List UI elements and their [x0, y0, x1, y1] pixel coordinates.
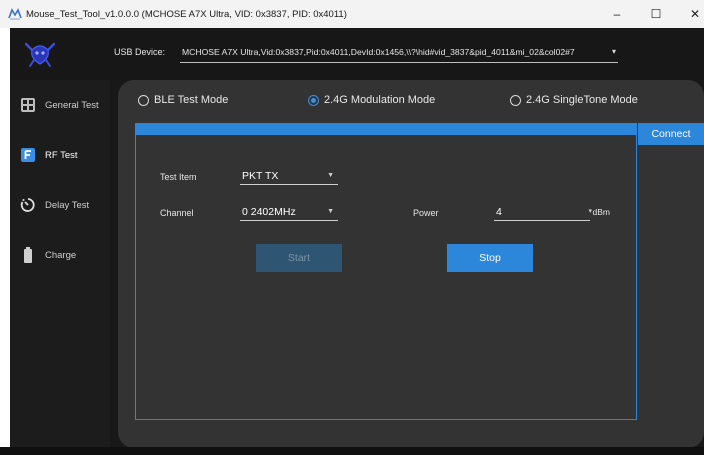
chevron-down-icon: ▾ — [588, 208, 592, 215]
test-item-select[interactable]: PKT TX ▼ — [240, 167, 338, 185]
app-window: USB Device: MCHOSE A7X Ultra,Vid:0x3837,… — [10, 28, 704, 455]
radio-24g-singletone-mode[interactable]: 2.4G SingleTone Mode — [510, 94, 638, 106]
test-settings-frame: Test Item PKT TX ▼ Channel 0 2402MHz ▼ P… — [135, 123, 637, 420]
radio-24g-modulation-mode[interactable]: 2.4G Modulation Mode — [308, 94, 435, 106]
channel-select[interactable]: 0 2402MHz ▼ — [240, 203, 338, 221]
chevron-down-icon: ▼ — [327, 172, 334, 179]
sidebar-item-label: Delay Test — [45, 199, 90, 211]
sidebar-item-label: Charge — [45, 249, 77, 261]
brand-logo-icon — [24, 42, 56, 67]
chevron-down-icon: ▼ — [327, 208, 334, 215]
sidebar-item-charge[interactable]: Charge — [10, 240, 110, 270]
frame-header-bar — [136, 124, 636, 135]
channel-label: Channel — [160, 208, 194, 218]
test-item-label: Test Item — [160, 172, 197, 182]
sidebar-item-general-test[interactable]: General Test — [10, 90, 110, 120]
radio-label: 2.4G SingleTone Mode — [526, 94, 638, 106]
sidebar: General Test RF Test Delay Test Charge — [10, 80, 110, 455]
power-label: Power — [413, 208, 439, 218]
radio-circle — [138, 94, 149, 106]
timer-icon — [20, 197, 36, 213]
chevron-down-icon: ▾ — [611, 47, 616, 56]
usb-device-label: USB Device: — [114, 47, 166, 57]
power-unit: dBm — [592, 207, 610, 217]
header: USB Device: MCHOSE A7X Ultra,Vid:0x3837,… — [10, 28, 704, 80]
radio-label: 2.4G Modulation Mode — [324, 94, 436, 106]
minimize-button[interactable]: – — [602, 4, 632, 24]
sidebar-item-delay-test[interactable]: Delay Test — [10, 190, 110, 220]
battery-icon — [20, 247, 36, 263]
sidebar-item-label: General Test — [45, 99, 99, 111]
rf-test-panel: BLE Test Mode 2.4G Modulation Mode 2.4G … — [118, 80, 704, 448]
test-item-value: PKT TX — [242, 170, 279, 182]
close-button[interactable]: ✕ — [680, 4, 704, 24]
window-title-bar: Mouse_Test_Tool_v1.0.0.0 (MCHOSE A7X Ult… — [0, 0, 704, 28]
start-button[interactable]: Start — [256, 244, 342, 272]
radio-circle-checked — [308, 94, 319, 106]
radio-label: BLE Test Mode — [154, 94, 229, 106]
sidebar-item-label: RF Test — [45, 149, 78, 161]
power-value: 4 — [496, 206, 502, 218]
connect-button[interactable]: Connect — [638, 123, 704, 145]
maximize-button[interactable]: ☐ — [641, 4, 671, 24]
window-title: Mouse_Test_Tool_v1.0.0.0 (MCHOSE A7X Ult… — [26, 9, 347, 20]
channel-value: 0 2402MHz — [242, 206, 296, 218]
f-icon — [20, 147, 36, 163]
usb-device-value: MCHOSE A7X Ultra,Vid:0x3837,Pid:0x4011,D… — [182, 47, 575, 57]
stop-button[interactable]: Stop — [447, 244, 533, 272]
radio-ble-test-mode[interactable]: BLE Test Mode — [138, 94, 228, 106]
sidebar-item-rf-test[interactable]: RF Test — [10, 140, 110, 170]
taskbar-strip — [0, 447, 704, 455]
power-spinbox[interactable]: 4 ▾ dBm — [494, 203, 610, 221]
usb-device-select[interactable]: MCHOSE A7X Ultra,Vid:0x3837,Pid:0x4011,D… — [180, 41, 618, 63]
radio-circle — [510, 94, 521, 106]
grid-icon — [20, 97, 36, 113]
app-icon — [8, 8, 22, 20]
mode-radio-group: BLE Test Mode 2.4G Modulation Mode 2.4G … — [138, 94, 698, 112]
